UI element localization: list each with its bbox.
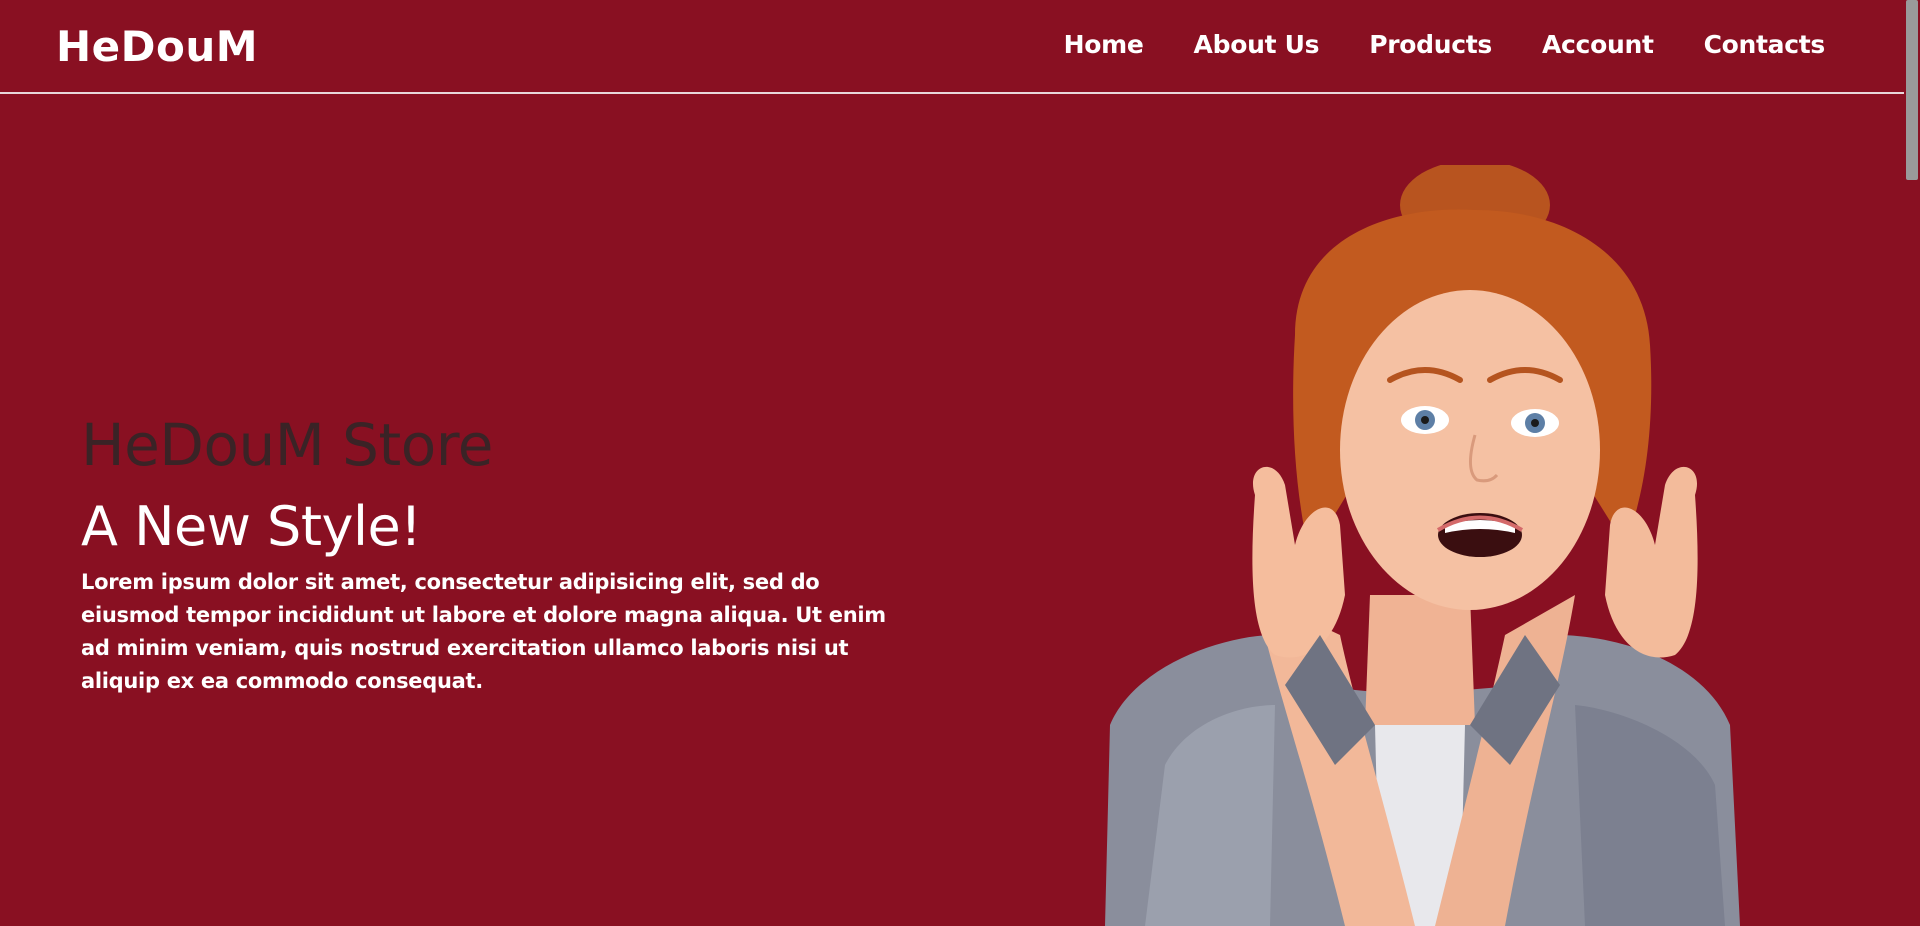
surprised-woman-illustration <box>1105 160 1740 926</box>
site-logo[interactable]: HeDouM <box>56 22 258 71</box>
hero-photo <box>1105 160 1740 926</box>
hero-title: HeDouM Store <box>81 411 493 479</box>
nav-link-account[interactable]: Account <box>1542 30 1654 59</box>
nav-link-contacts[interactable]: Contacts <box>1704 30 1826 59</box>
scrollbar-thumb[interactable] <box>1906 0 1918 180</box>
hero-section: HeDouM Store A New Style! Lorem ipsum do… <box>81 410 941 698</box>
nav-link-home[interactable]: Home <box>1064 30 1144 59</box>
page-scrollbar[interactable] <box>1904 0 1920 926</box>
hero-description: Lorem ipsum dolor sit amet, consectetur … <box>81 570 886 693</box>
nav-link-products[interactable]: Products <box>1369 30 1492 59</box>
navbar: HeDouM Home About Us Products Account Co… <box>0 0 1904 94</box>
main-nav: Home About Us Products Account Contacts <box>1064 30 1826 59</box>
nav-link-about-us[interactable]: About Us <box>1194 30 1320 59</box>
hero-subtitle: A New Style! <box>81 495 422 558</box>
